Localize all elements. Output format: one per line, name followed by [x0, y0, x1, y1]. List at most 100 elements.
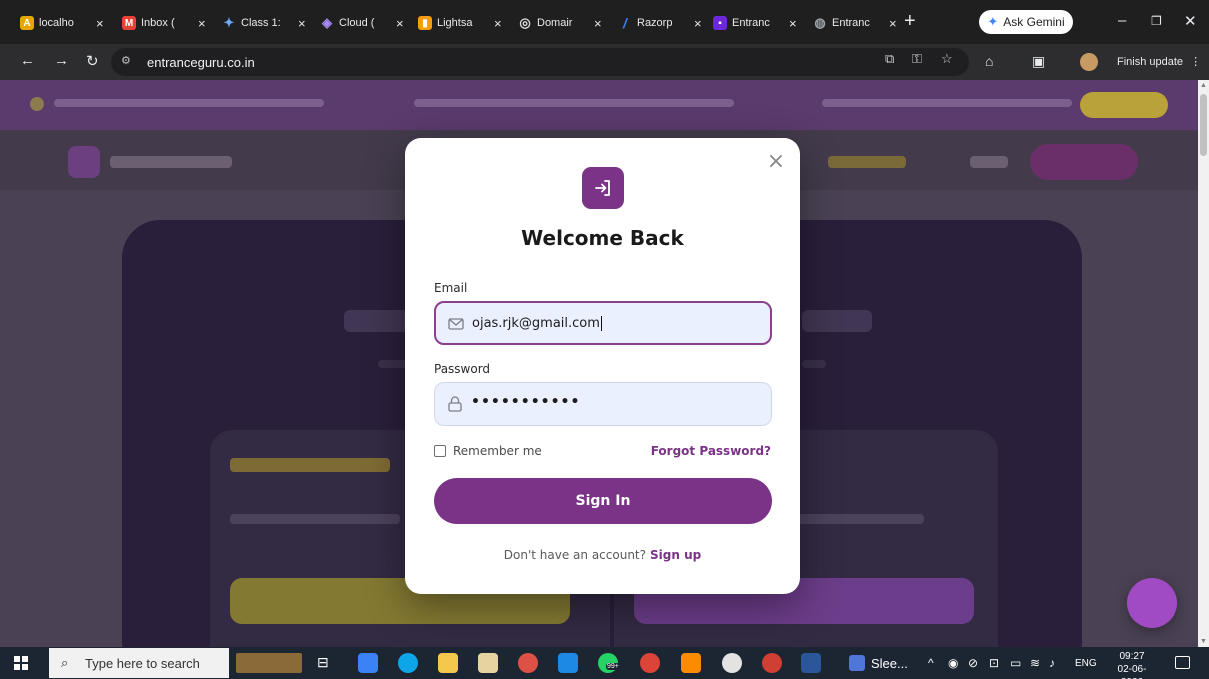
- extensions-icon[interactable]: ⌂: [985, 53, 993, 69]
- page-scrollbar[interactable]: ▲ ▼: [1198, 80, 1209, 647]
- back-icon[interactable]: ←: [20, 52, 35, 69]
- profile-avatar[interactable]: [1080, 53, 1098, 71]
- xampp-icon[interactable]: [681, 653, 701, 673]
- sleep-app-button[interactable]: Slee...: [849, 655, 908, 671]
- email-value[interactable]: ojas.rjk@gmail.com: [472, 316, 602, 331]
- ask-gemini-label: Ask Gemini: [1003, 15, 1065, 29]
- address-bar[interactable]: ⚙ entranceguru.co.in: [111, 48, 969, 76]
- password-label: Password: [434, 362, 491, 376]
- search-highlight-image[interactable]: [236, 653, 302, 673]
- tray-battery-icon[interactable]: ▭: [1010, 656, 1021, 670]
- tray-chevron-icon[interactable]: ^: [928, 656, 934, 670]
- tab-label: localho: [39, 17, 74, 29]
- windows-start-icon[interactable]: [14, 656, 28, 670]
- taskbar-search-box[interactable]: ⌕ Type here to search: [49, 648, 229, 678]
- search-icon: ⌕: [61, 655, 69, 670]
- bookmark-star-icon[interactable]: ☆: [941, 51, 953, 67]
- tray-mute-icon[interactable]: ⊘: [968, 656, 978, 670]
- tab-close-icon[interactable]: ×: [789, 16, 797, 31]
- ask-gemini-button[interactable]: ✦ Ask Gemini: [979, 10, 1073, 34]
- word-icon[interactable]: [801, 653, 821, 673]
- file-explorer-icon[interactable]: [438, 653, 458, 673]
- video-app-icon: [849, 655, 865, 671]
- minimize-icon[interactable]: –: [1118, 12, 1126, 29]
- promo-text-blur: [414, 99, 734, 107]
- chrome-profile-icon[interactable]: [640, 653, 660, 673]
- restore-icon[interactable]: ❐: [1151, 14, 1162, 28]
- nav-login-link[interactable]: [970, 156, 1008, 168]
- sign-up-link[interactable]: Sign up: [650, 548, 701, 562]
- menu-kebab-icon[interactable]: ⋮: [1190, 56, 1201, 68]
- nav-free-pyqs-link[interactable]: [828, 156, 906, 168]
- scroll-thumb[interactable]: [1200, 94, 1207, 156]
- task-view-icon[interactable]: ⊟: [317, 654, 329, 671]
- tab-entranceguru-1[interactable]: ▪ Entranc ×: [713, 10, 797, 36]
- notifications-icon[interactable]: [1175, 656, 1190, 669]
- site-logo-text[interactable]: [110, 156, 232, 168]
- finish-update-button[interactable]: Finish update ⋮: [1117, 55, 1201, 68]
- whatsapp-badge: 99+: [606, 663, 620, 670]
- vscode-icon[interactable]: [558, 653, 578, 673]
- password-value[interactable]: •••••••••••: [471, 394, 580, 410]
- forgot-password-link[interactable]: Forgot Password?: [651, 444, 771, 458]
- tab-localhost[interactable]: A localho ×: [20, 10, 104, 36]
- tab-gmail-inbox[interactable]: M Inbox ( ×: [122, 10, 206, 36]
- forward-icon[interactable]: →: [54, 52, 69, 69]
- tab-class-gemini[interactable]: ✦ Class 1: ×: [222, 10, 306, 36]
- password-key-icon[interactable]: ⚿: [912, 51, 922, 67]
- store-icon[interactable]: [478, 653, 498, 673]
- remember-me-checkbox[interactable]: [434, 445, 446, 457]
- close-window-icon[interactable]: ✕: [1184, 12, 1197, 30]
- install-app-icon[interactable]: ⧉: [885, 51, 894, 67]
- tab-close-icon[interactable]: ×: [96, 16, 104, 31]
- tab-cloud[interactable]: ◈ Cloud ( ×: [320, 10, 404, 36]
- edge-icon[interactable]: [398, 653, 418, 673]
- app-a-icon[interactable]: [722, 653, 742, 673]
- tab-close-icon[interactable]: ×: [694, 16, 702, 31]
- chrome-icon[interactable]: [518, 653, 538, 673]
- email-field[interactable]: ojas.rjk@gmail.com: [434, 301, 772, 345]
- scroll-up-icon[interactable]: ▲: [1200, 82, 1207, 89]
- site-info-icon[interactable]: ⚙: [121, 54, 139, 70]
- tab-close-icon[interactable]: ×: [889, 16, 897, 31]
- tray-wifi-icon[interactable]: ≋: [1030, 656, 1040, 670]
- tab-entranceguru-2[interactable]: ◍ Entranc ×: [813, 10, 897, 36]
- chat-fab-button[interactable]: [1127, 578, 1177, 628]
- new-tab-button[interactable]: +: [904, 11, 916, 31]
- no-account-text: Don't have an account?: [503, 548, 646, 562]
- tab-close-icon[interactable]: ×: [594, 16, 602, 31]
- tab-label: Entranc: [832, 17, 870, 29]
- scroll-down-icon[interactable]: ▼: [1200, 638, 1207, 645]
- chrome-alt-icon[interactable]: [762, 653, 782, 673]
- reload-icon[interactable]: ↻: [86, 52, 99, 70]
- tab-razorpay[interactable]: / Razorp ×: [618, 10, 702, 36]
- tab-close-icon[interactable]: ×: [298, 16, 306, 31]
- tray-volume-icon[interactable]: ♪: [1049, 656, 1055, 670]
- entranceguru-favicon-icon: ▪: [713, 16, 727, 30]
- get-started-button[interactable]: [1030, 144, 1138, 180]
- tab-domain[interactable]: ◎ Domair ×: [518, 10, 602, 36]
- whatsapp-icon[interactable]: 99+: [598, 653, 620, 673]
- tray-device-icon[interactable]: ⊡: [989, 656, 999, 670]
- tab-close-icon[interactable]: ×: [494, 16, 502, 31]
- site-logo[interactable]: [68, 146, 100, 178]
- tab-close-icon[interactable]: ×: [198, 16, 206, 31]
- clock-time: 09:27: [1119, 651, 1145, 662]
- sign-in-button[interactable]: Sign In: [434, 478, 772, 524]
- clock-date: 02-06-2026: [1117, 664, 1147, 679]
- language-indicator[interactable]: ENG: [1075, 658, 1097, 669]
- hero-subtitle-blur: [378, 360, 408, 368]
- tray-record-icon[interactable]: ◉: [948, 656, 958, 670]
- password-field[interactable]: •••••••••••: [434, 382, 772, 426]
- gmail-icon: M: [122, 16, 136, 30]
- copilot-icon[interactable]: [358, 653, 378, 673]
- taskbar-clock[interactable]: 09:27 02-06-2026: [1107, 650, 1157, 679]
- promo-claim-button[interactable]: [1080, 92, 1168, 118]
- tab-lightsail[interactable]: ▮ Lightsa ×: [418, 10, 502, 36]
- side-panel-icon[interactable]: ▣: [1032, 53, 1045, 70]
- page-viewport: × Welcome Back Email ojas.rjk@gmail.com …: [0, 80, 1198, 647]
- tab-close-icon[interactable]: ×: [396, 16, 404, 31]
- remember-me[interactable]: Remember me: [434, 444, 542, 458]
- address-url[interactable]: entranceguru.co.in: [147, 55, 255, 70]
- close-icon[interactable]: ×: [766, 151, 786, 173]
